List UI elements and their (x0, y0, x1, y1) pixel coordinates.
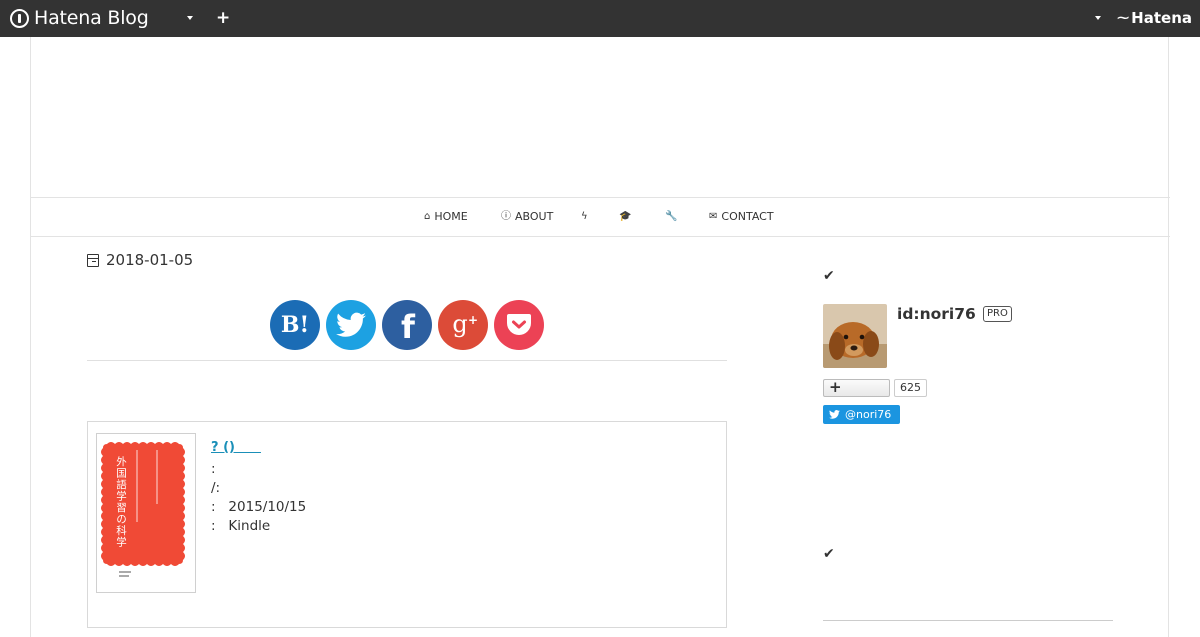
hatena-cloud-icon: ⁓ (1117, 11, 1130, 25)
facebook-icon: f (401, 308, 416, 346)
sidebar-heading-check-icon: ✔ (823, 546, 835, 562)
home-icon: ⌂ (424, 211, 431, 222)
twitter-handle: @nori76 (845, 408, 892, 421)
bolt-icon: ϟ (581, 211, 588, 222)
wrench-icon: 🔧 (665, 211, 678, 222)
hatena-blog-brand[interactable]: Hatena Blog (10, 6, 149, 30)
twitter-icon (829, 410, 840, 419)
share-google-plus-button[interactable]: g + (438, 300, 488, 350)
book-title-link[interactable]: ? () (211, 436, 261, 455)
twitter-follow-button[interactable]: @nori76 (823, 405, 900, 424)
follower-count[interactable]: 625 (894, 379, 927, 397)
twitter-icon (336, 312, 366, 337)
book-cover-title: 外国語学習の科学 (115, 456, 127, 548)
nav-item-about[interactable]: ⓘ ABOUT (501, 198, 553, 236)
nav-item-bolt[interactable]: ϟ (581, 198, 588, 236)
post-date-text[interactable]: 2018-01-05 (106, 251, 193, 269)
google-plus-icon: g + (452, 310, 478, 338)
svg-text:+: + (468, 313, 478, 327)
sidebar-divider (823, 620, 1113, 621)
profile-id-link[interactable]: id:nori76 (897, 305, 976, 323)
pocket-icon (507, 314, 531, 335)
share-twitter-button[interactable] (326, 300, 376, 350)
book-format: : Kindle (211, 518, 271, 534)
book-cover[interactable]: 外国語学習の科学 (96, 433, 196, 593)
post-date: 2018-01-05 (87, 251, 193, 269)
pro-badge: PRO (983, 306, 1012, 322)
share-facebook-button[interactable]: f (382, 300, 432, 350)
brand-name: Hatena Blog (34, 7, 149, 29)
avatar-image (823, 304, 887, 368)
svg-text:g: g (452, 310, 467, 338)
nav-item-label: HOME (434, 210, 468, 223)
sidebar-heading-check-icon: ✔ (823, 268, 835, 284)
nav-item-education[interactable]: 🎓 (619, 198, 631, 236)
hatena-logo-text: Hatena (1131, 9, 1192, 27)
nav-item-home[interactable]: ⌂ HOME (424, 198, 468, 236)
hatena-blog-logo-icon (10, 8, 29, 28)
nav-item-label: ABOUT (515, 210, 554, 223)
share-divider (87, 360, 727, 361)
global-nav: ⌂ HOME ⓘ ABOUT ϟ 🎓 🔧 ✉ CONTACT (30, 197, 1170, 237)
avatar[interactable] (823, 304, 887, 368)
account-dropdown-chevron-icon[interactable] (1095, 16, 1101, 20)
hatena-bookmark-icon: B! (281, 312, 309, 338)
brand-dropdown-chevron-icon[interactable] (187, 16, 193, 20)
nav-item-label: CONTACT (721, 210, 774, 223)
book-publisher: /: (211, 480, 221, 496)
envelope-icon: ✉ (709, 211, 718, 222)
svg-text:B!: B! (281, 312, 309, 338)
follow-button[interactable]: + (823, 378, 890, 397)
share-pocket-button[interactable] (494, 300, 544, 350)
nav-item-tools[interactable]: 🔧 (665, 198, 677, 236)
info-icon: ⓘ (501, 211, 511, 222)
hatena-logo[interactable]: ⁓ Hatena (1117, 9, 1192, 27)
share-hatena-bookmark-button[interactable]: B! (270, 300, 320, 350)
book-cover-image: 外国語学習の科学 (101, 442, 185, 577)
book-release-date: : 2015/10/15 (211, 499, 307, 515)
plus-icon: + (829, 378, 842, 396)
calendar-icon (87, 253, 99, 267)
book-author: : (211, 461, 216, 477)
nav-item-contact[interactable]: ✉ CONTACT (709, 198, 774, 236)
svg-text:f: f (401, 308, 416, 346)
graduation-cap-icon: 🎓 (619, 211, 632, 222)
new-post-button[interactable]: + (216, 8, 230, 28)
global-header: Hatena Blog + ⁓ Hatena (0, 0, 1200, 37)
